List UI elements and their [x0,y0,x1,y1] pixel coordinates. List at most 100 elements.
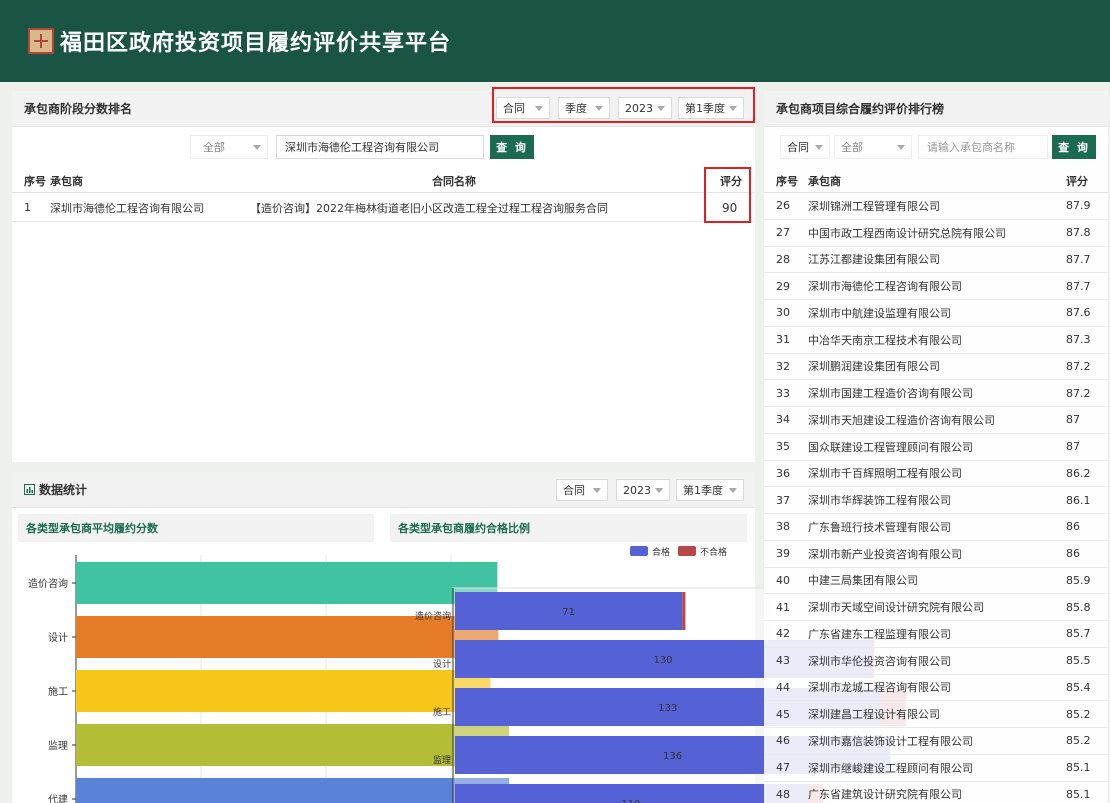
table-row[interactable]: 44 深圳市龙城工程咨询有限公司 85.4 [764,675,1108,702]
contractor-search-input[interactable]: 深圳市海德伦工程咨询有限公司 [276,135,484,159]
stats-panel: 数据统计 合同 2023 第1季度 各类型承包商平均履约分数 各类型承包商履约合… [12,472,755,803]
ranking-type-select[interactable]: 合同 [780,135,830,159]
rank-contractor: 深圳市继峻建设工程顾问有限公司 [808,761,973,775]
table-row[interactable]: 37 深圳市华辉装饰工程有限公司 86.1 [764,487,1108,514]
rank-contractor: 广东省建筑设计研究院有限公司 [808,788,962,802]
table-row[interactable]: 39 深圳市新产业投资咨询有限公司 86 [764,541,1108,568]
rank-contractor: 广东省建东工程监理有限公司 [808,627,951,641]
table-row[interactable]: 30 深圳市中航建设监理有限公司 87.6 [764,300,1108,327]
rank-score: 87.2 [1066,359,1091,373]
table-row[interactable]: 26 深圳锦洲工程管理有限公司 87.9 [764,193,1108,220]
table-row[interactable]: 35 国众联建设工程管理顾问有限公司 87 [764,434,1108,461]
page-title: 福田区政府投资项目履约评价共享平台 [60,31,452,56]
table-row[interactable]: 45 深圳建昌工程设计有限公司 85.2 [764,701,1108,728]
rank-no: 32 [776,359,790,373]
rank-contractor: 深圳市天旭建设工程造价咨询有限公司 [808,413,995,427]
pass-ratio-chart-title: 各类型承包商履约合格比例 [390,514,747,542]
rank-score: 85.5 [1066,654,1091,668]
table-row[interactable]: 48 广东省建筑设计研究院有限公司 85.1 [764,782,1108,803]
rank-contractor: 深圳市华伦投资咨询有限公司 [808,654,951,668]
table-row[interactable]: 32 深圳鹏润建设集团有限公司 87.2 [764,354,1108,381]
rank-score: 85.7 [1066,627,1091,641]
rank-score: 85.4 [1066,680,1091,694]
rank-no: 27 [776,226,790,240]
ranking-col-score: 评分 [1066,174,1088,188]
rank-contractor: 深圳市千百辉照明工程有限公司 [808,467,962,481]
ranking-category-value: 全部 [841,141,863,154]
rank-contractor: 中国市政工程西南设计研究总院有限公司 [808,226,1006,240]
table-row[interactable]: 36 深圳市千百辉照明工程有限公司 86.2 [764,461,1108,488]
table-row[interactable]: 47 深圳市继峻建设工程顾问有限公司 85.1 [764,755,1108,782]
table-row[interactable]: 34 深圳市天旭建设工程造价咨询有限公司 87 [764,407,1108,434]
stats-type-value: 合同 [563,484,585,497]
rank-score: 85.1 [1066,787,1091,801]
rank-score: 87.2 [1066,386,1091,400]
table-row[interactable]: 33 深圳市国建工程造价咨询有限公司 87.2 [764,380,1108,407]
rank-no: 29 [776,279,790,293]
table-row[interactable]: 27 中国市政工程西南设计研究总院有限公司 87.8 [764,220,1108,247]
rank-no: 47 [776,761,790,775]
rank-score: 87.9 [1066,199,1091,213]
rank-contractor: 深圳锦洲工程管理有限公司 [808,199,940,213]
stats-quarter-select[interactable]: 第1季度 [676,479,744,501]
rank-contractor: 广东鲁班行技术管理有限公司 [808,520,951,534]
app-header: 福田区政府投资项目履约评价共享平台 [0,0,1110,82]
contractor-search-value: 深圳市海德伦工程咨询有限公司 [285,141,439,154]
category-select[interactable]: 全部 [190,135,268,159]
table-row[interactable]: 28 江苏江都建设集团有限公司 87.7 [764,247,1108,274]
rank-no: 33 [776,386,790,400]
rank-contractor: 深圳市天域空间设计研究院有限公司 [808,601,984,615]
ranking-search-placeholder: 请输入承包商名称 [927,141,1015,154]
table-row[interactable]: 38 广东鲁班行技术管理有限公司 86 [764,514,1108,541]
rank-score: 86 [1066,547,1080,561]
rank-score: 87.6 [1066,306,1091,320]
chevron-down-icon [655,488,663,493]
table-row[interactable]: 40 中建三局集团有限公司 85.9 [764,568,1108,595]
chevron-down-icon [253,145,261,150]
table-row[interactable]: 31 中冶华天南京工程技术有限公司 87.3 [764,327,1108,354]
rank-contractor: 深圳鹏润建设集团有限公司 [808,360,940,374]
ranking-search-button[interactable]: 查 询 [1052,135,1096,159]
rank-score: 86 [1066,520,1080,534]
table-row[interactable]: 43 深圳市华伦投资咨询有限公司 85.5 [764,648,1108,675]
rank-score: 86.2 [1066,466,1091,480]
stats-type-select[interactable]: 合同 [556,479,608,501]
ranking-search-input[interactable]: 请输入承包商名称 [918,135,1048,159]
chevron-down-icon [815,145,823,150]
table-row[interactable]: 41 深圳市天域空间设计研究院有限公司 85.8 [764,594,1108,621]
rank-contractor: 深圳市嘉信装饰设计工程有限公司 [808,734,973,748]
stage-search-button[interactable]: 查 询 [490,135,534,159]
rank-contractor: 深圳市龙城工程咨询有限公司 [808,681,951,695]
ranking-col-no: 序号 [776,174,798,188]
rank-score: 87.8 [1066,226,1091,240]
rank-contractor: 深圳市海德伦工程咨询有限公司 [808,280,962,294]
rank-no: 40 [776,573,790,587]
table-row[interactable]: 42 广东省建东工程监理有限公司 85.7 [764,621,1108,648]
stats-year-select[interactable]: 2023 [616,479,670,501]
table-row[interactable]: 29 深圳市海德伦工程咨询有限公司 87.7 [764,273,1108,300]
rank-no: 43 [776,654,790,668]
ranking-category-select[interactable]: 全部 [834,135,912,159]
rank-score: 85.1 [1066,761,1091,775]
score-highlight-box [704,167,751,223]
rank-contractor: 江苏江都建设集团有限公司 [808,253,940,267]
rank-contractor: 深圳建昌工程设计有限公司 [808,708,940,722]
rank-no: 46 [776,734,790,748]
filter-highlight-box [492,87,755,123]
rank-no: 30 [776,306,790,320]
stats-year-value: 2023 [623,483,651,497]
table-row[interactable]: 1 深圳市海德伦工程咨询有限公司 【造价咨询】2022年梅林街道老旧小区改造工程… [12,194,755,222]
stage-score-panel: 承包商阶段分数排名 合同 季度 2023 第1季度 全部 深圳市海德伦工程咨询有… [12,91,755,462]
table-row[interactable]: 46 深圳市嘉信装饰设计工程有限公司 85.2 [764,728,1108,755]
rank-score: 85.8 [1066,600,1091,614]
ranking-type-value: 合同 [787,141,809,154]
rank-no: 44 [776,680,790,694]
rank-no: 42 [776,627,790,641]
ranking-panel-title: 承包商项目综合履约评价排行榜 [776,102,945,116]
rank-score: 86.1 [1066,493,1091,507]
rank-no: 37 [776,493,790,507]
col-no: 序号 [24,174,46,188]
rank-contractor: 中冶华天南京工程技术有限公司 [808,333,962,347]
ranking-panel: 承包商项目综合履约评价排行榜 合同 全部 请输入承包商名称 查 询 序号 承包商… [764,91,1108,803]
rank-no: 45 [776,707,790,721]
